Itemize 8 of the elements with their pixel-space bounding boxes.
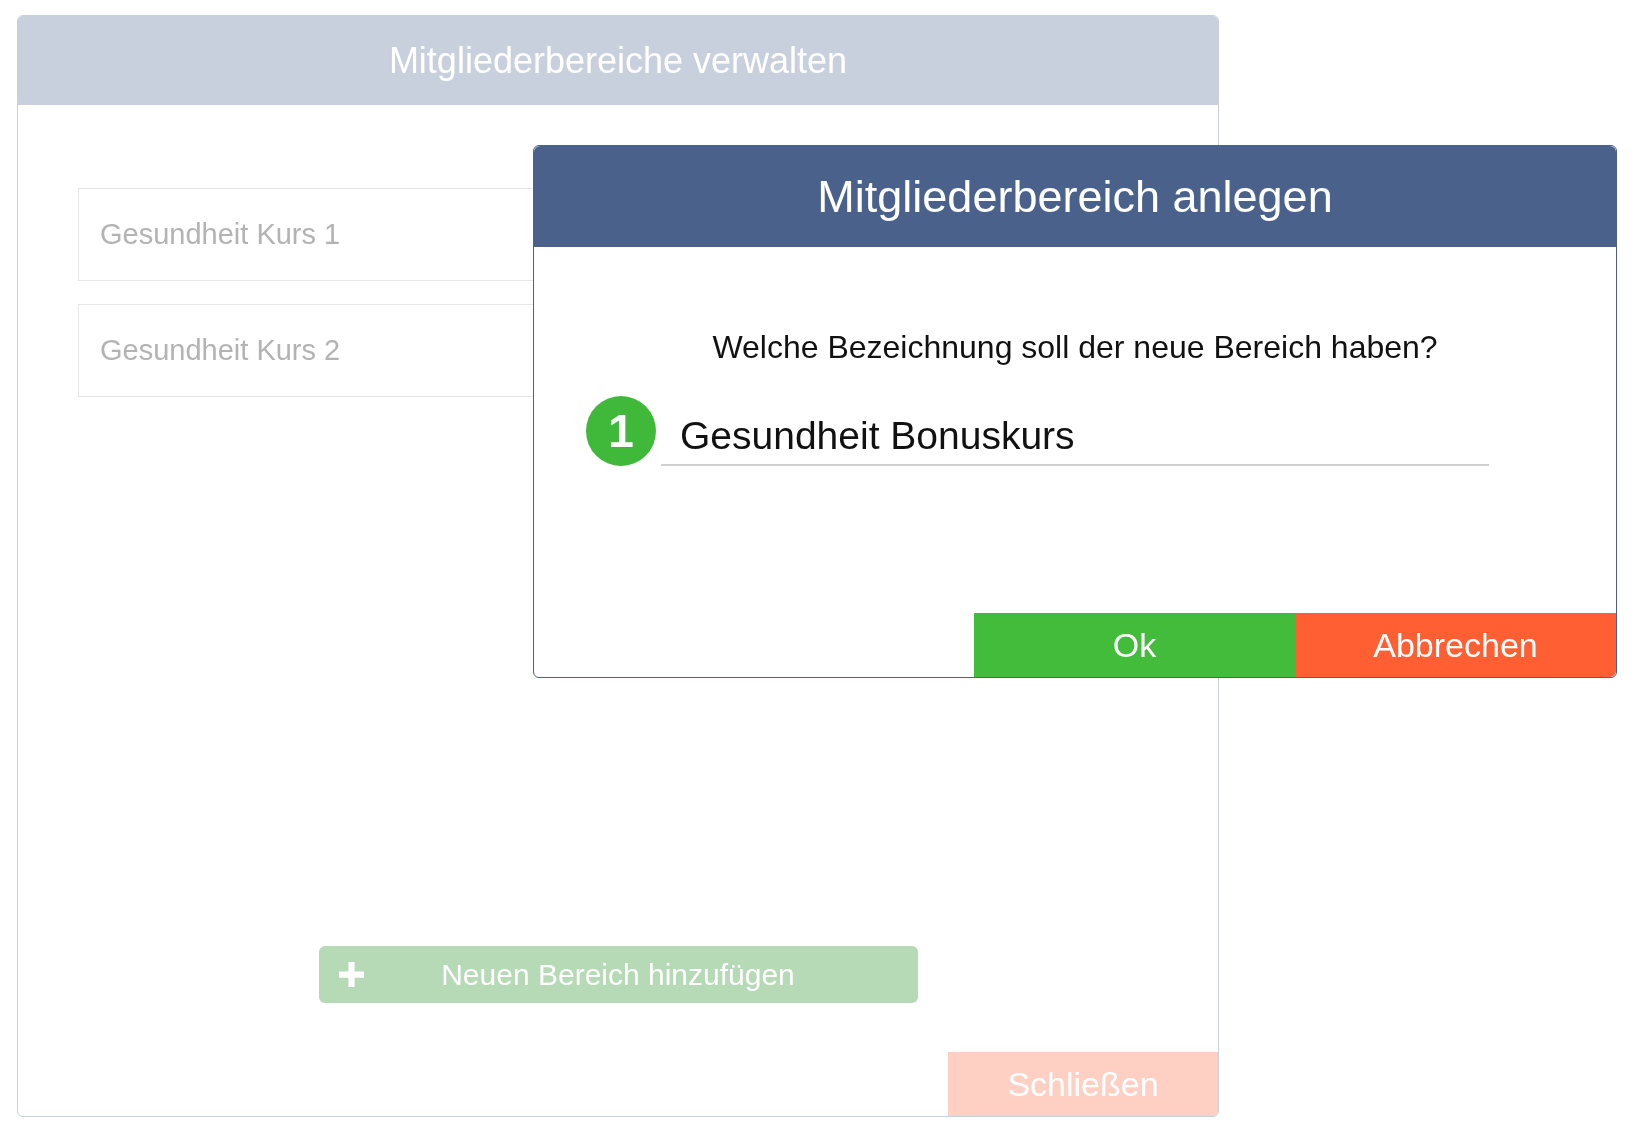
dialog-title: Mitgliederbereich anlegen — [817, 174, 1333, 219]
step-badge: 1 — [586, 396, 656, 466]
add-area-button[interactable]: Neuen Bereich hinzufügen — [318, 946, 918, 1003]
prompt-text: Welche Bezeichnung soll der neue Bereich haben? — [712, 331, 1438, 363]
cancel-button[interactable]: Abbrechen — [1295, 613, 1616, 677]
close-button[interactable]: Schließen — [948, 1052, 1218, 1116]
ok-button[interactable]: Ok — [974, 613, 1295, 677]
plus-icon — [338, 962, 364, 987]
